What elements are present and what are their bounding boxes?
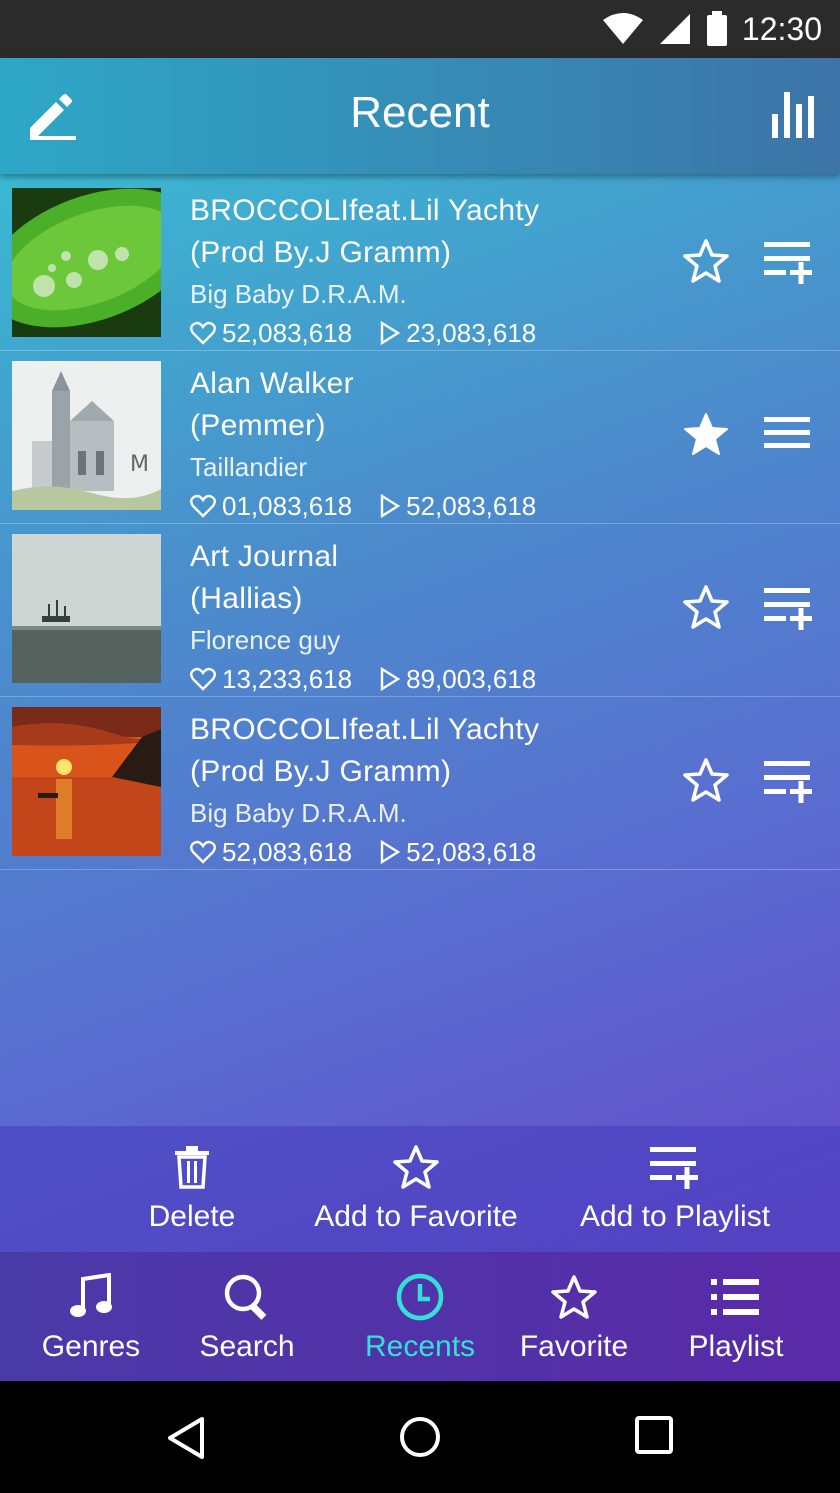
wifi-icon [602,13,643,44]
status-bar: 12:30 [0,0,840,58]
add-to-favorite-button[interactable]: Add to Favorite [296,1142,536,1234]
song-stats: 01,083,618 52,083,618 [190,487,536,525]
play-count: 89,003,618 [406,664,537,694]
battery-icon [706,11,727,46]
album-art-cathedral: M [12,361,161,510]
song-artist: Florence guy [190,625,341,655]
delete-button[interactable]: Delete [122,1142,262,1234]
song-row[interactable]: M Alan Walker (Pemmer) Taillandier 01,08… [0,351,840,524]
app-screen: Recent BROCCOLIfeat.Lil Yachty (Prod By.… [0,58,840,1381]
album-art-sea [12,534,161,683]
song-stats: 52,083,618 52,083,618 [190,833,539,871]
menu-icon[interactable] [764,413,812,453]
album-art-leaf [12,188,161,337]
like-count: 13,233,618 [222,664,353,694]
song-subtitle: (Pemmer) [190,409,326,442]
song-title: Alan Walker [190,367,354,400]
add-to-playlist-icon [650,1147,698,1189]
star-outline-icon [393,1145,439,1189]
search-icon [224,1274,267,1320]
song-row[interactable]: Art Journal (Hallias) Florence guy 13,23… [0,524,840,697]
song-stats: 52,083,618 23,083,618 [190,314,539,352]
selection-action-bar: Delete Add to Favorite Add to Playlist [0,1126,840,1252]
nav-recents[interactable]: Recents [345,1272,495,1364]
album-art-sunset [12,707,161,856]
song-subtitle: (Prod By.J Gramm) [190,236,452,269]
music-note-icon [70,1273,112,1317]
signal-icon [659,14,690,44]
nav-genres-label: Genres [41,1330,141,1363]
play-count-icon [380,321,401,345]
play-count-icon [380,840,401,864]
star-outline-icon[interactable] [682,584,730,630]
page-title: Recent [350,88,490,137]
system-navigation-bar [0,1381,840,1493]
equalizer-icon[interactable] [770,90,820,140]
svg-text:M: M [130,452,149,477]
nav-playlist[interactable]: Playlist [661,1272,811,1364]
star-outline-icon[interactable] [682,757,730,803]
add-to-playlist-label: Add to Playlist [579,1200,771,1233]
add-to-playlist-button[interactable]: Add to Playlist [562,1142,788,1234]
play-count: 52,083,618 [406,491,537,521]
song-stats: 13,233,618 89,003,618 [190,660,536,698]
delete-label: Delete [148,1200,236,1233]
top-app-bar: Recent [0,58,840,174]
like-count: 52,083,618 [222,837,353,867]
like-count: 52,083,618 [222,318,353,348]
song-title: Art Journal [190,540,339,573]
play-count: 23,083,618 [406,318,537,348]
overview-icon[interactable] [634,1415,674,1455]
nav-search-label: Search [199,1330,295,1363]
star-filled-icon[interactable] [682,411,730,457]
home-icon[interactable] [398,1415,442,1459]
nav-playlist-label: Playlist [688,1330,784,1363]
star-outline-icon [551,1275,597,1319]
trash-icon [175,1146,209,1189]
nav-recents-label: Recents [364,1330,476,1363]
play-count-icon [380,667,401,691]
nav-favorite-label: Favorite [519,1330,629,1363]
song-info: BROCCOLIfeat.Lil Yachty (Prod By.J Gramm… [190,709,539,871]
song-subtitle: (Hallias) [190,582,303,615]
song-row[interactable]: BROCCOLIfeat.Lil Yachty (Prod By.J Gramm… [0,178,840,351]
song-artist: Big Baby D.R.A.M. [190,798,407,828]
song-info: Alan Walker (Pemmer) Taillandier 01,083,… [190,363,536,525]
nav-genres[interactable]: Genres [16,1272,166,1364]
add-to-playlist-icon[interactable] [764,586,814,630]
song-info: BROCCOLIfeat.Lil Yachty (Prod By.J Gramm… [190,190,539,352]
song-list: BROCCOLIfeat.Lil Yachty (Prod By.J Gramm… [0,178,840,870]
clock-icon [396,1273,444,1321]
bottom-navigation: Genres Search Recents Favorite Playlist [0,1252,840,1381]
list-icon [711,1279,759,1315]
nav-search[interactable]: Search [172,1272,322,1364]
add-to-playlist-icon[interactable] [764,240,814,284]
song-title: BROCCOLIfeat.Lil Yachty [190,194,540,227]
song-subtitle: (Prod By.J Gramm) [190,755,452,788]
song-artist: Big Baby D.R.A.M. [190,279,407,309]
back-icon[interactable] [164,1415,208,1461]
add-to-playlist-icon[interactable] [764,759,814,803]
song-artist: Taillandier [190,452,308,482]
clock: 12:30 [741,10,822,47]
heart-icon [190,840,216,864]
like-count: 01,083,618 [222,491,353,521]
heart-icon [190,494,216,518]
star-outline-icon[interactable] [682,238,730,284]
song-row[interactable]: BROCCOLIfeat.Lil Yachty (Prod By.J Gramm… [0,697,840,870]
heart-icon [190,667,216,691]
play-count-icon [380,494,401,518]
song-info: Art Journal (Hallias) Florence guy 13,23… [190,536,536,698]
nav-favorite[interactable]: Favorite [499,1272,649,1364]
heart-icon [190,321,216,345]
add-to-favorite-label: Add to Favorite [314,1200,518,1233]
play-count: 52,083,618 [406,837,537,867]
song-title: BROCCOLIfeat.Lil Yachty [190,713,540,746]
